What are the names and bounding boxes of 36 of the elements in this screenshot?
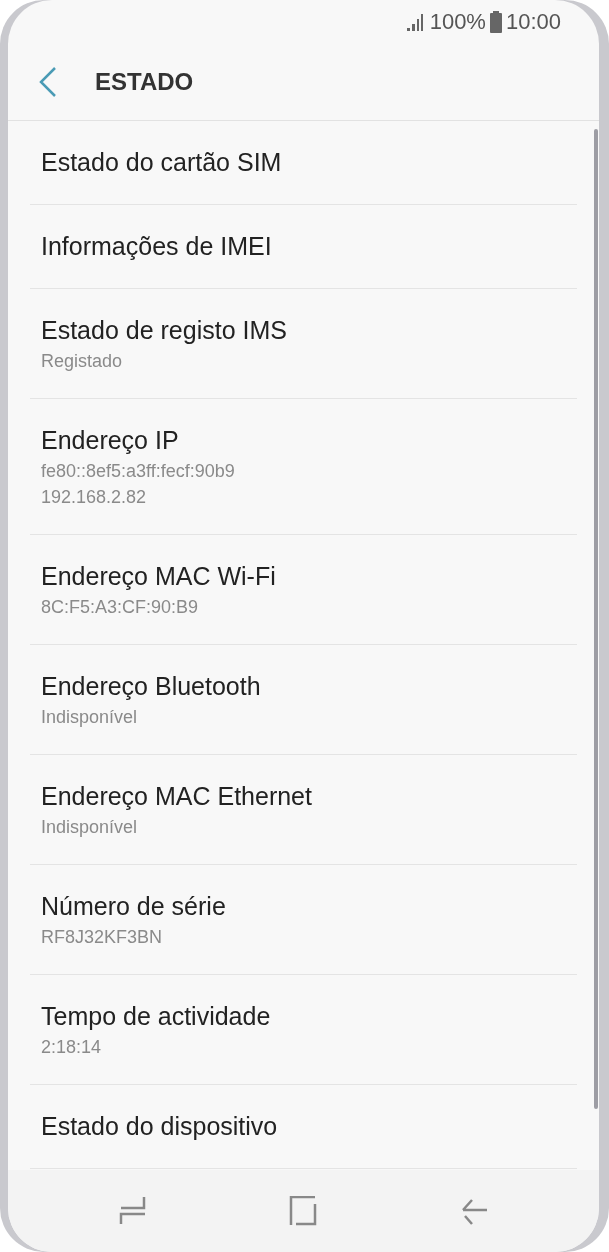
back-icon[interactable] [38,66,58,98]
item-title: Estado do cartão SIM [41,147,283,178]
signal-icon [405,12,426,32]
item-value: fe80::8ef5:a3ff:fecf:90b9 [41,460,236,483]
settings-item[interactable]: Estado do dispositivo [30,1085,577,1169]
item-title: Endereço IP [41,425,180,456]
item-title: Endereço Bluetooth [41,671,262,702]
item-value: 8C:F5:A3:CF:90:B9 [41,596,200,619]
settings-item[interactable]: Endereço Bluetooth Indisponível [30,645,577,755]
item-title: Número de série [41,891,227,922]
settings-item[interactable]: Estado de registo IMS Registado [30,289,577,399]
settings-item[interactable]: Endereço MAC Wi-Fi 8C:F5:A3:CF:90:B9 [30,535,577,645]
item-title: Endereço MAC Wi-Fi [41,561,277,592]
item-title: Estado do dispositivo [41,1111,279,1142]
settings-item[interactable]: Endereço IP fe80::8ef5:a3ff:fecf:90b9 192.168.2.82 [30,399,577,535]
clock: 10:00 [505,9,561,35]
item-value: 192.168.2.82 [41,486,148,509]
item-title: Tempo de actividade [41,1001,272,1032]
item-value: Indisponível [41,816,139,839]
recent-apps-icon[interactable] [118,1196,147,1226]
battery-percentage: 100% [429,9,486,35]
settings-item[interactable]: Informações de IMEI [30,205,577,289]
item-title: Estado de registo IMS [41,315,288,346]
settings-item[interactable]: Tempo de actividade 2:18:14 [30,975,577,1085]
item-value: Registado [41,350,124,373]
item-value: RF8J32KF3BN [41,926,164,949]
page-title: ESTADO [95,68,194,96]
battery-icon [489,11,502,33]
settings-item[interactable]: Estado do cartão SIM [30,121,577,205]
item-title: Informações de IMEI [41,231,273,262]
home-icon[interactable] [288,1196,319,1226]
item-title: Endereço MAC Ethernet [41,781,313,812]
settings-item[interactable]: Número de série RF8J32KF3BN [30,865,577,975]
settings-item[interactable]: Endereço MAC Ethernet Indisponível [30,755,577,865]
item-value: 2:18:14 [41,1036,103,1059]
item-value: Indisponível [41,706,139,729]
